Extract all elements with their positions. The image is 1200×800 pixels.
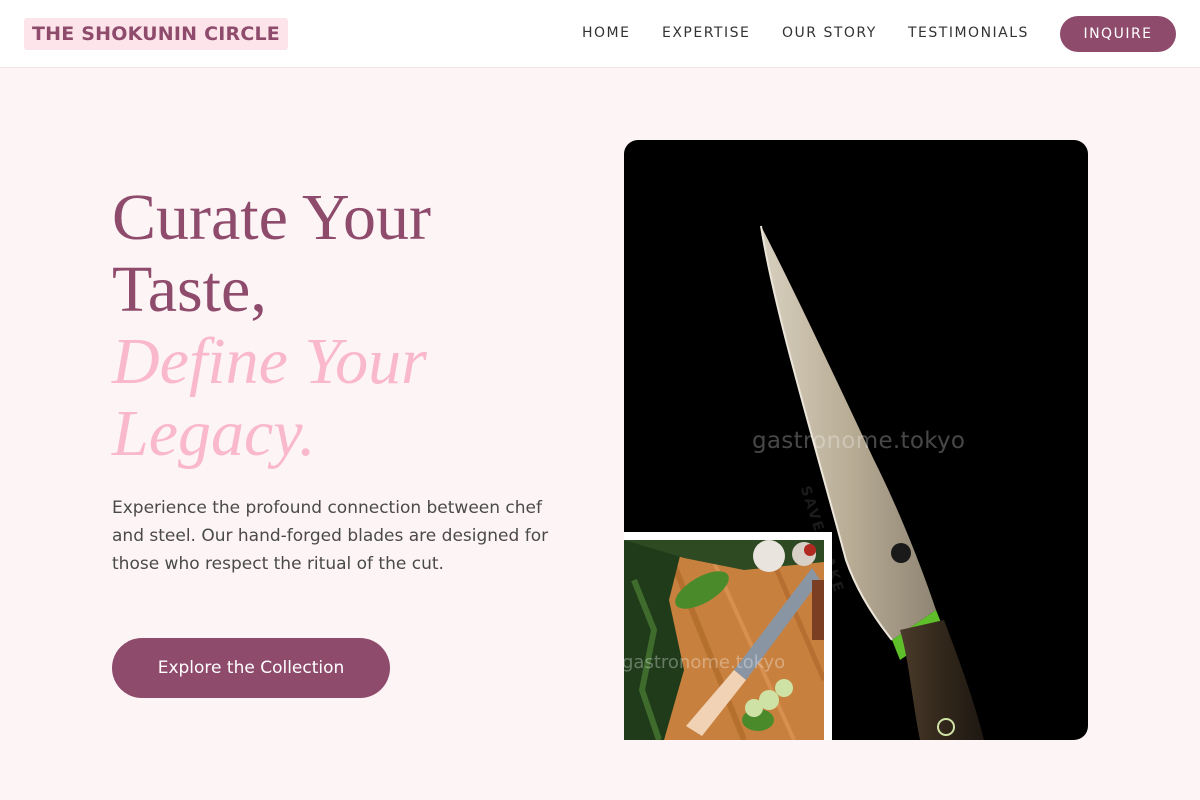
nav-expertise[interactable]: EXPERTISE — [662, 25, 750, 41]
site-header: THE SHOKUNIN CIRCLE HOME EXPERTISE OUR S… — [0, 0, 1200, 68]
site-logo[interactable]: THE SHOKUNIN CIRCLE — [24, 18, 288, 50]
inset-photo-watermark: gastronome.tokyo — [622, 652, 786, 673]
nav-our-story[interactable]: OUR STORY — [782, 25, 877, 41]
inquire-button[interactable]: INQUIRE — [1060, 16, 1176, 52]
nav-home[interactable]: HOME — [582, 25, 630, 41]
explore-collection-button[interactable]: Explore the Collection — [112, 638, 390, 698]
hero-title: Curate Your Taste, Define Your Legacy. — [112, 182, 572, 470]
nav-testimonials[interactable]: TESTIMONIALS — [908, 25, 1029, 41]
hero-title-line2: Define Your Legacy. — [112, 325, 427, 470]
inset-knife-photo — [624, 540, 824, 740]
main-photo-watermark: gastronome.tokyo — [752, 428, 966, 454]
hero-title-line1: Curate Your Taste, — [112, 181, 432, 326]
circle-outline-icon[interactable] — [937, 718, 955, 736]
hero-description: Experience the profound connection betwe… — [112, 498, 549, 574]
